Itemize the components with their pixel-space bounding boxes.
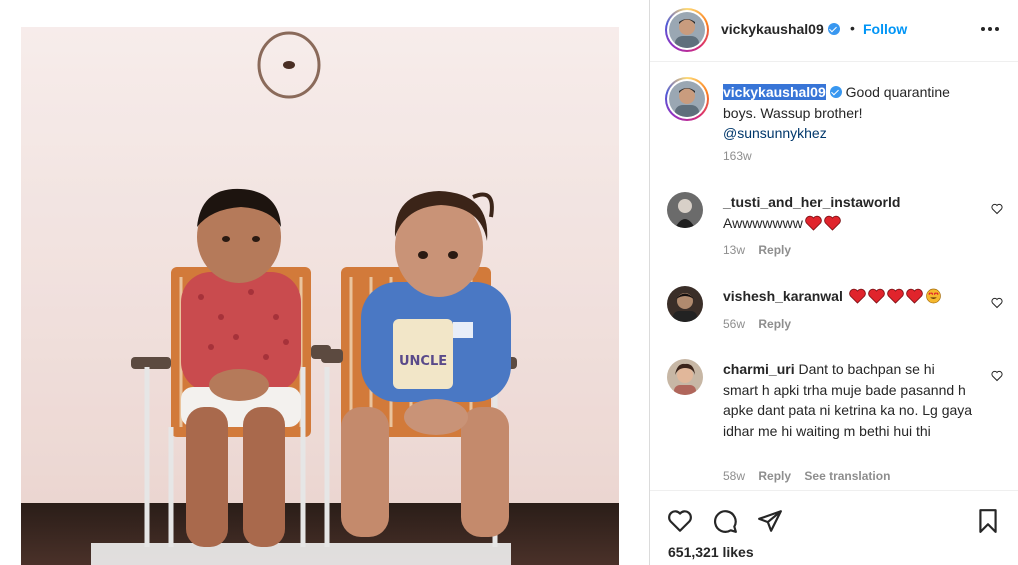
- caption-timestamp[interactable]: 163w: [723, 149, 752, 163]
- verified-icon: [827, 23, 840, 35]
- post-action-bar: 651,321 likes: [650, 490, 1018, 565]
- comment-avatar[interactable]: [667, 359, 703, 395]
- caption-verified-icon: [829, 86, 842, 98]
- share-icon[interactable]: [757, 508, 783, 534]
- comment-username[interactable]: vishesh_karanwal: [723, 288, 843, 304]
- comment-time[interactable]: 13w: [723, 243, 745, 257]
- comment-time[interactable]: 56w: [723, 317, 745, 331]
- red-heart-icon: [805, 215, 822, 231]
- comment-text: charmi_uri Dant to bachpan se hi smart h…: [723, 359, 973, 441]
- caption-author-avatar[interactable]: [665, 77, 709, 121]
- comment-icon[interactable]: [712, 508, 738, 534]
- see-translation-button[interactable]: See translation: [804, 469, 890, 483]
- svg-text:UNCLE: UNCLE: [399, 354, 447, 369]
- red-heart-icon: [906, 288, 923, 304]
- reply-button[interactable]: Reply: [758, 469, 791, 483]
- heart-icon[interactable]: [667, 508, 693, 534]
- heart-eyes-emoji-icon: [925, 288, 941, 304]
- red-heart-icon: [824, 215, 841, 231]
- caption-mention-link[interactable]: @sunsunnykhez: [723, 125, 827, 141]
- caption-text: vickykaushal09 Good quarantine boys. Was…: [723, 82, 983, 144]
- author-username[interactable]: vickykaushal09: [721, 21, 840, 37]
- comment-text: _tusti_and_her_instaworld Awwwwwww: [723, 192, 973, 233]
- bookmark-icon[interactable]: [975, 508, 1001, 534]
- separator-dot: •: [850, 20, 855, 36]
- post-side-panel: vickykaushal09 • Follow vickykaushal09 G…: [649, 0, 1018, 565]
- post-photo[interactable]: UNCLE: [21, 27, 619, 565]
- comment-time[interactable]: 58w: [723, 469, 745, 483]
- like-comment-heart-icon[interactable]: [991, 297, 1003, 309]
- red-heart-icon: [868, 288, 885, 304]
- comment-meta: 56w Reply: [723, 317, 801, 331]
- comment-username[interactable]: charmi_uri: [723, 361, 795, 377]
- more-icon[interactable]: [981, 27, 999, 31]
- comment-meta: 13w Reply: [723, 243, 801, 257]
- likes-count[interactable]: 651,321 likes: [668, 544, 754, 560]
- follow-button[interactable]: Follow: [863, 21, 907, 37]
- red-heart-icon: [887, 288, 904, 304]
- reply-button[interactable]: Reply: [758, 317, 791, 331]
- author-avatar[interactable]: [665, 8, 709, 52]
- comment-avatar[interactable]: [667, 286, 703, 322]
- red-heart-icon: [849, 288, 866, 304]
- like-comment-heart-icon[interactable]: [991, 203, 1003, 215]
- post-photo-illustration: UNCLE: [21, 27, 619, 565]
- post-header: vickykaushal09 • Follow: [650, 0, 1018, 62]
- caption-username[interactable]: vickykaushal09: [723, 84, 826, 100]
- caption-avatar-image: [669, 81, 705, 117]
- post-media-pane: UNCLE: [0, 0, 649, 565]
- comment-username[interactable]: _tusti_and_her_instaworld: [723, 194, 900, 210]
- like-comment-heart-icon[interactable]: [991, 370, 1003, 382]
- comment-avatar[interactable]: [667, 192, 703, 228]
- comment-meta: 58w Reply See translation: [723, 469, 900, 483]
- author-avatar-image: [669, 12, 705, 48]
- comment-body: Awwwwwww: [723, 214, 803, 231]
- reply-button[interactable]: Reply: [758, 243, 791, 257]
- comment-text: vishesh_karanwal: [723, 286, 973, 307]
